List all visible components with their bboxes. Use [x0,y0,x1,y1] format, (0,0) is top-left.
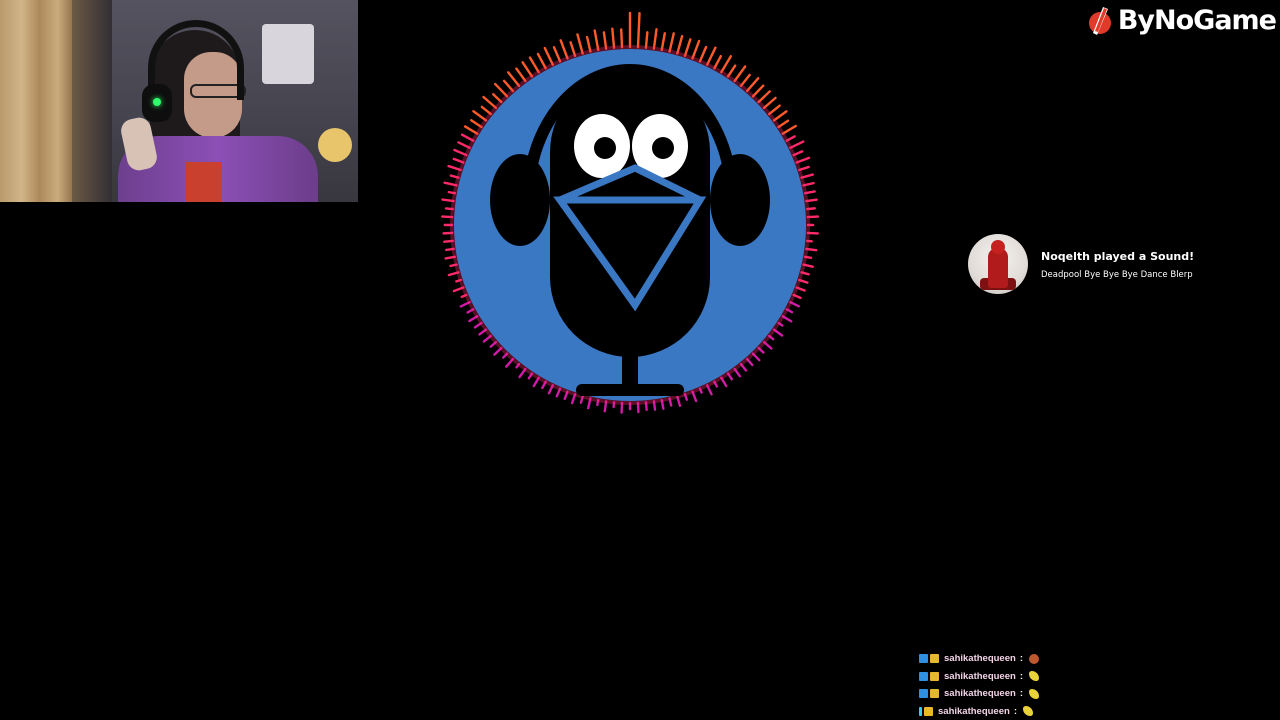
chat-separator: : [1013,705,1017,717]
visualizer-bar [602,31,608,50]
chat-overlay: sahikathequeen : sahikathequeen : sahika… [919,650,1059,720]
sub-badge-icon [919,654,928,664]
emote-icon [1028,671,1039,682]
visualizer-bar [559,39,569,60]
visualizer-bar [733,65,747,83]
visualizer-bar [521,61,534,78]
visualizer-bar [660,32,666,52]
headset-led [153,98,161,106]
emote-icon [1028,688,1039,699]
visualizer-bar [698,45,708,63]
crown-badge-icon [930,654,939,664]
chat-separator: : [1019,688,1023,700]
visualizer-bar [593,29,600,52]
visualizer-bar [720,55,733,74]
alert-title: Noqelth played a Sound! [1041,250,1195,263]
visualizer-bar [739,73,751,88]
crown-badge-icon [924,706,933,716]
mod-badge-icon [919,706,922,716]
visualizer-bar [552,46,562,63]
wall-shirt [262,24,314,84]
crown-badge-icon [930,689,939,699]
visualizer-bar [757,90,771,104]
sub-badge-icon [919,689,928,699]
visualizer-bar [644,31,649,49]
visualizer-bar [751,84,765,98]
chat-separator: : [1019,653,1023,665]
visualizer-bar [683,38,692,57]
visualizer-bar [691,39,701,60]
visualizer-bar [668,32,675,53]
visualizer-bar [636,12,641,49]
chat-username: sahikathequeen [944,688,1016,700]
visualizer-bar [576,33,584,55]
emote-icon [1028,653,1039,664]
visualizer-bar [463,125,479,135]
visualizer-bar [620,28,624,49]
visualizer-bar [528,56,540,74]
sound-alert: Noqelth played a Sound! Deadpool Bye Bye… [968,234,1268,296]
visualizer-bar [745,77,760,93]
visualizer-bar [472,110,488,122]
stream-overlay: ByNoGame Noqelth played a Sound! Deadpoo… [0,0,1280,720]
visualizer-bar [652,28,658,50]
emote-icon [1022,706,1033,717]
visualizer-bar [543,46,554,66]
visualizer-bar [482,95,498,110]
visualizer-bar [767,104,781,116]
visualizer-bar [515,67,527,83]
visualizer-bar [493,82,509,98]
visualizer-bar [536,52,547,70]
microphone-mascot-logo [441,11,820,414]
brand-name: ByNoGame [1117,5,1277,36]
visualizer-bar [502,79,515,93]
visualizer-bar [569,41,577,57]
visualizer-bar [507,71,521,88]
chat-username: sahikathequeen [944,653,1016,665]
visualizer-bar [706,46,717,66]
curtain [0,0,72,202]
chat-separator: : [1019,670,1023,682]
visualizer-bar [762,96,777,110]
right-earcup-icon [710,154,770,246]
streamer-tshirt [186,162,222,202]
pen-logo-icon [1088,7,1111,35]
deadpool-avatar-icon [968,234,1028,294]
sub-badge-icon [919,671,928,681]
visualizer-bar [789,140,805,149]
visualizer-bar [585,35,592,53]
visualizer-bar [772,110,788,122]
brand-logo: ByNoGame [1086,2,1277,40]
chat-username: sahikathequeen [938,705,1010,717]
chat-message: sahikathequeen : [919,668,1059,686]
visualizer-bar [713,54,723,70]
chat-message: sahikathequeen : [919,703,1059,720]
chat-message: sahikathequeen : [919,685,1059,703]
left-earcup-icon [490,154,550,246]
crown-badge-icon [930,671,939,681]
visualizer-bar [781,124,797,135]
plush-toy [318,128,352,162]
mic-stand-icon [576,384,684,396]
chat-message: sahikathequeen : [919,650,1059,668]
alert-subtitle: Deadpool Bye Bye Bye Dance Blerp [1041,270,1193,280]
visualizer-bar [611,27,616,49]
visualizer-bar [676,35,684,55]
chat-username: sahikathequeen [944,670,1016,682]
webcam-feed [0,0,358,202]
